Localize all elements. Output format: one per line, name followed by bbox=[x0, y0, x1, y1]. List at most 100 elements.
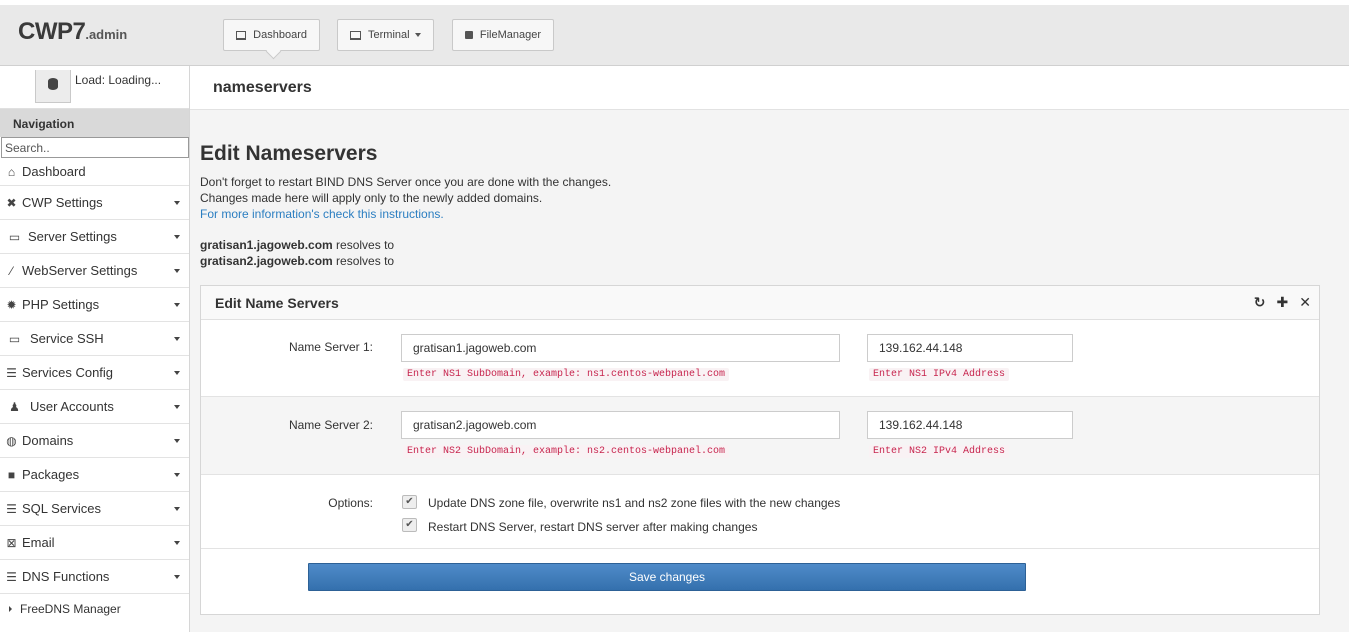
sidebar-subitem-freedns-manager[interactable]: FreeDNS Manager bbox=[0, 594, 189, 624]
sidebar-item-label: Service SSH bbox=[30, 331, 104, 346]
monitor-icon bbox=[236, 30, 247, 40]
plus-icon[interactable]: ✚ bbox=[1277, 294, 1289, 311]
tools-icon: ✖ bbox=[6, 195, 17, 210]
ns1-ip-hint: Enter NS1 IPv4 Address bbox=[869, 368, 1010, 381]
ns2-ip-input[interactable] bbox=[867, 411, 1073, 439]
server-icon: ☰ bbox=[6, 569, 17, 584]
chevron-down-icon bbox=[174, 303, 180, 307]
chevron-down-icon bbox=[174, 439, 180, 443]
options-label: Options: bbox=[328, 496, 373, 510]
main-content: nameservers Edit Nameservers Don't forge… bbox=[190, 66, 1349, 632]
sidebar-item-label: SQL Services bbox=[22, 501, 101, 516]
brand-logo[interactable]: CWP7.admin bbox=[18, 18, 127, 46]
panel-title: Edit Name Servers bbox=[215, 295, 339, 311]
info-line-2: Changes made here will apply only to the… bbox=[200, 191, 543, 205]
load-row: Load: Loading... bbox=[0, 66, 189, 109]
panel-header: Edit Name Servers ↻ ✚ ✕ bbox=[201, 286, 1319, 320]
monitor-icon: ▭ bbox=[8, 229, 21, 244]
resolve-host-2: gratisan2.jagoweb.com bbox=[200, 254, 333, 268]
ns1-ip-input[interactable] bbox=[867, 334, 1073, 362]
resolve-line-1: gratisan1.jagoweb.com resolves to bbox=[200, 237, 394, 253]
nav-search-input[interactable] bbox=[1, 137, 189, 158]
update-zone-label: Update DNS zone file, overwrite ns1 and … bbox=[428, 496, 841, 510]
ns1-row: Name Server 1: Enter NS1 SubDomain, exam… bbox=[201, 320, 1319, 397]
ns1-host-hint: Enter NS1 SubDomain, example: ns1.centos… bbox=[403, 368, 730, 381]
ns2-host-hint: Enter NS2 SubDomain, example: ns2.centos… bbox=[403, 445, 730, 458]
ns2-label: Name Server 2: bbox=[288, 418, 373, 432]
sidebar-item-label: WebServer Settings bbox=[22, 263, 138, 278]
sidebar: Load: Loading... Navigation ⌂ Dashboard … bbox=[0, 66, 190, 632]
update-zone-checkbox[interactable]: ✔ bbox=[402, 495, 417, 509]
nav-heading: Navigation bbox=[0, 109, 189, 137]
ns1-host-input[interactable] bbox=[401, 334, 840, 362]
sidebar-item-label: Server Settings bbox=[28, 229, 117, 244]
top-bar: CWP7.admin Dashboard Terminal FileManage… bbox=[0, 5, 1349, 66]
sidebar-item-label: Dashboard bbox=[22, 164, 86, 179]
sidebar-item-services-config[interactable]: ☰ Services Config bbox=[0, 356, 189, 390]
sidebar-item-dns-functions[interactable]: ☰ DNS Functions bbox=[0, 560, 189, 594]
list-icon: ☰ bbox=[6, 365, 17, 380]
user-icon: ♟ bbox=[9, 399, 20, 414]
sidebar-item-cwp-settings[interactable]: ✖ CWP Settings bbox=[0, 186, 189, 220]
sidebar-item-webserver-settings[interactable]: ⁄ WebServer Settings bbox=[0, 254, 189, 288]
sidebar-item-label: DNS Functions bbox=[22, 569, 110, 584]
sidebar-item-label: Email bbox=[22, 535, 55, 550]
chevron-down-icon bbox=[174, 575, 180, 579]
close-icon[interactable]: ✕ bbox=[1299, 294, 1311, 311]
sidebar-item-email[interactable]: ⊠ Email bbox=[0, 526, 189, 560]
resolves-text: resolves to bbox=[336, 238, 395, 252]
brand-suffix: .admin bbox=[85, 27, 128, 42]
terminal-button[interactable]: Terminal bbox=[337, 19, 434, 51]
sidebar-item-service-ssh[interactable]: ▭ Service SSH bbox=[0, 322, 189, 356]
monitor-icon bbox=[350, 30, 361, 40]
sidebar-item-label: Packages bbox=[22, 467, 80, 482]
load-toggle-button[interactable] bbox=[35, 70, 71, 103]
sidebar-item-label: Domains bbox=[22, 433, 74, 448]
chevron-down-icon bbox=[174, 235, 180, 239]
sidebar-item-server-settings[interactable]: ▭ Server Settings bbox=[0, 220, 189, 254]
sidebar-item-domains[interactable]: ◍ Domains bbox=[0, 424, 189, 458]
chevron-down-icon bbox=[174, 507, 180, 511]
ns1-label: Name Server 1: bbox=[288, 340, 373, 354]
restart-dns-label: Restart DNS Server, restart DNS server a… bbox=[428, 520, 758, 534]
save-changes-button[interactable]: Save changes bbox=[308, 563, 1026, 591]
chevron-down-icon bbox=[174, 473, 180, 477]
monitor-icon: ▭ bbox=[8, 331, 21, 346]
refresh-icon[interactable]: ↻ bbox=[1254, 294, 1266, 311]
database-icon: ☰ bbox=[6, 501, 17, 516]
terminal-button-label: Terminal bbox=[368, 29, 410, 41]
edit-name-servers-panel: Edit Name Servers ↻ ✚ ✕ Name Server 1: E… bbox=[200, 285, 1320, 615]
options-row: Options: ✔ Update DNS zone file, overwri… bbox=[201, 475, 1319, 549]
ns2-ip-hint: Enter NS2 IPv4 Address bbox=[869, 445, 1010, 458]
ns2-host-input[interactable] bbox=[401, 411, 840, 439]
dashboard-button-label: Dashboard bbox=[253, 29, 307, 41]
chevron-down-icon bbox=[174, 541, 180, 545]
sidebar-item-label: CWP Settings bbox=[22, 195, 103, 210]
sidebar-item-user-accounts[interactable]: ♟ User Accounts bbox=[0, 390, 189, 424]
sidebar-item-packages[interactable]: ■ Packages bbox=[0, 458, 189, 492]
sidebar-item-sql-services[interactable]: ☰ SQL Services bbox=[0, 492, 189, 526]
sidebar-item-dashboard[interactable]: ⌂ Dashboard bbox=[0, 158, 189, 186]
save-row: Save changes bbox=[201, 549, 1319, 613]
chevron-down-icon bbox=[174, 269, 180, 273]
sidebar-item-php-settings[interactable]: ✹ PHP Settings bbox=[0, 288, 189, 322]
filemanager-button-label: FileManager bbox=[479, 29, 541, 41]
resolve-host-1: gratisan1.jagoweb.com bbox=[200, 238, 333, 252]
feather-icon: ⁄ bbox=[10, 263, 13, 278]
home-icon: ⌂ bbox=[7, 164, 16, 179]
resolve-info: gratisan1.jagoweb.com resolves to gratis… bbox=[200, 237, 394, 269]
dashboard-button[interactable]: Dashboard bbox=[223, 19, 320, 51]
restart-dns-checkbox[interactable]: ✔ bbox=[402, 518, 417, 532]
instructions-link[interactable]: For more information's check this instru… bbox=[200, 207, 444, 221]
chevron-down-icon bbox=[174, 337, 180, 341]
info-text: Don't forget to restart BIND DNS Server … bbox=[200, 174, 611, 222]
sidebar-subitem-label: FreeDNS Manager bbox=[20, 602, 121, 616]
ns2-row: Name Server 2: Enter NS2 SubDomain, exam… bbox=[201, 397, 1319, 475]
page-header: nameservers bbox=[190, 66, 1349, 110]
caret-right-icon bbox=[9, 606, 12, 612]
sidebar-item-label: User Accounts bbox=[30, 399, 114, 414]
filemanager-button[interactable]: FileManager bbox=[452, 19, 554, 51]
cubes-icon: ■ bbox=[7, 467, 16, 482]
brand-name: CWP7 bbox=[18, 18, 86, 45]
page-title: Edit Nameservers bbox=[200, 142, 378, 165]
